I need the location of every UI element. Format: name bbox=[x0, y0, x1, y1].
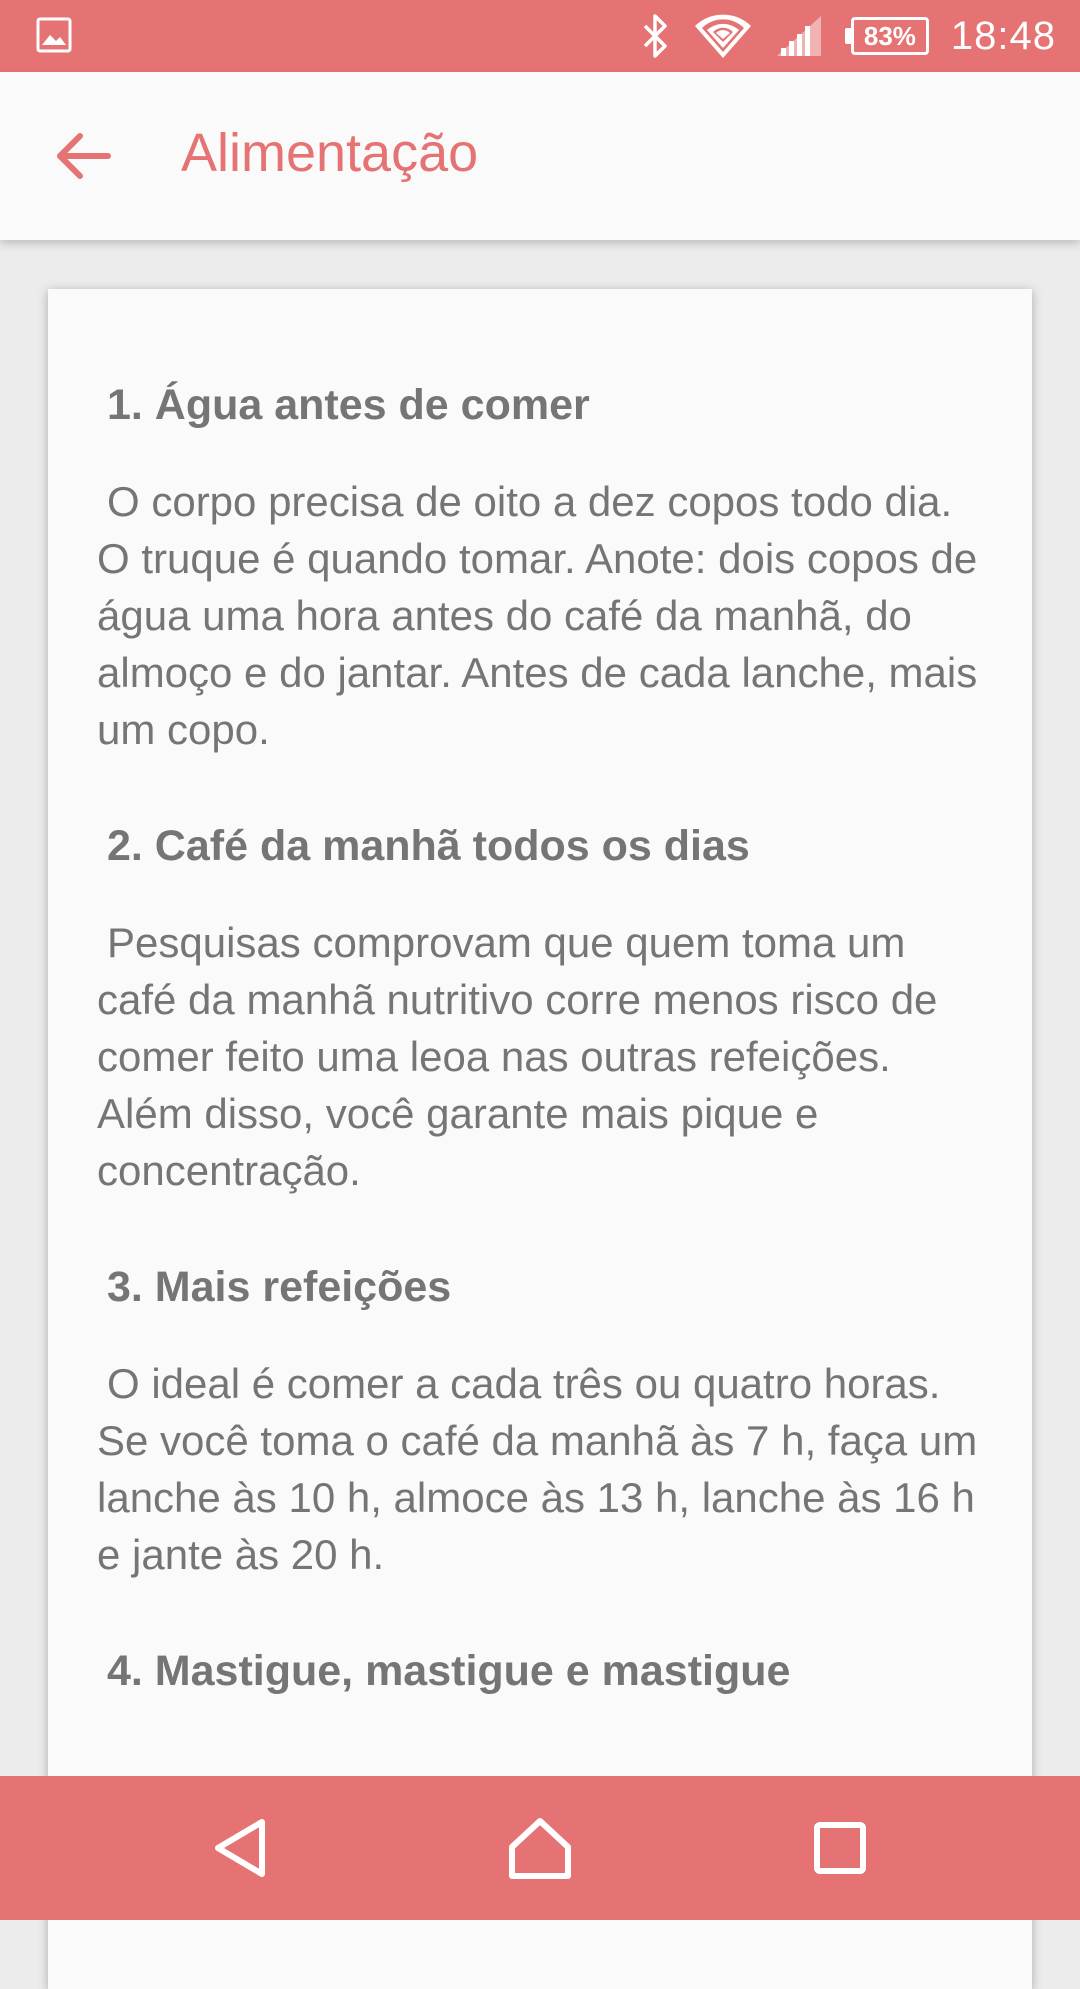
recents-square-icon bbox=[814, 1822, 866, 1874]
section-body: O corpo precisa de oito a dez copos todo… bbox=[97, 478, 978, 753]
nav-back-button[interactable] bbox=[180, 1776, 300, 1920]
arrow-back-icon[interactable] bbox=[52, 124, 116, 188]
navigation-bar bbox=[0, 1776, 1080, 1920]
app-bar: Alimentação bbox=[0, 72, 1080, 240]
section-heading: 3. Mais refeições bbox=[107, 1263, 452, 1311]
battery-level: 83% bbox=[850, 17, 929, 55]
section-heading: 2. Café da manhã todos os dias bbox=[107, 822, 750, 870]
status-bar: 83% 18:48 bbox=[0, 0, 1080, 72]
section-heading: 1. Água antes de comer bbox=[107, 381, 590, 429]
section-3: 3. Mais refeições O ideal é comer a cada… bbox=[97, 1261, 984, 1583]
section-heading: 4. Mastigue, mastigue e mastigue bbox=[107, 1647, 791, 1695]
home-icon bbox=[509, 1818, 571, 1879]
signal-icon bbox=[776, 16, 821, 56]
bluetooth-icon bbox=[643, 14, 667, 58]
content-card: 1. Água antes de comer O corpo precisa d… bbox=[48, 289, 1032, 1989]
battery-nub bbox=[844, 28, 851, 44]
section-body: Pesquisas comprovam que quem toma um caf… bbox=[97, 919, 938, 1194]
nav-home-button[interactable] bbox=[480, 1776, 600, 1920]
status-time: 18:48 bbox=[950, 13, 1056, 58]
back-triangle-icon bbox=[215, 1819, 265, 1877]
image-icon bbox=[36, 17, 72, 53]
page-title: Alimentação bbox=[181, 123, 479, 183]
battery-icon: 83% bbox=[844, 17, 929, 55]
section-1: 1. Água antes de comer O corpo precisa d… bbox=[97, 379, 984, 758]
section-2: 2. Café da manhã todos os dias Pesquisas… bbox=[97, 820, 984, 1199]
status-icons: 83% 18:48 bbox=[641, 0, 1056, 72]
section-body: O ideal é comer a cada três ou quatro ho… bbox=[97, 1360, 978, 1578]
nav-recents-button[interactable] bbox=[780, 1776, 900, 1920]
section-4: 4. Mastigue, mastigue e mastigue bbox=[97, 1645, 984, 1697]
wifi-icon bbox=[694, 14, 751, 59]
